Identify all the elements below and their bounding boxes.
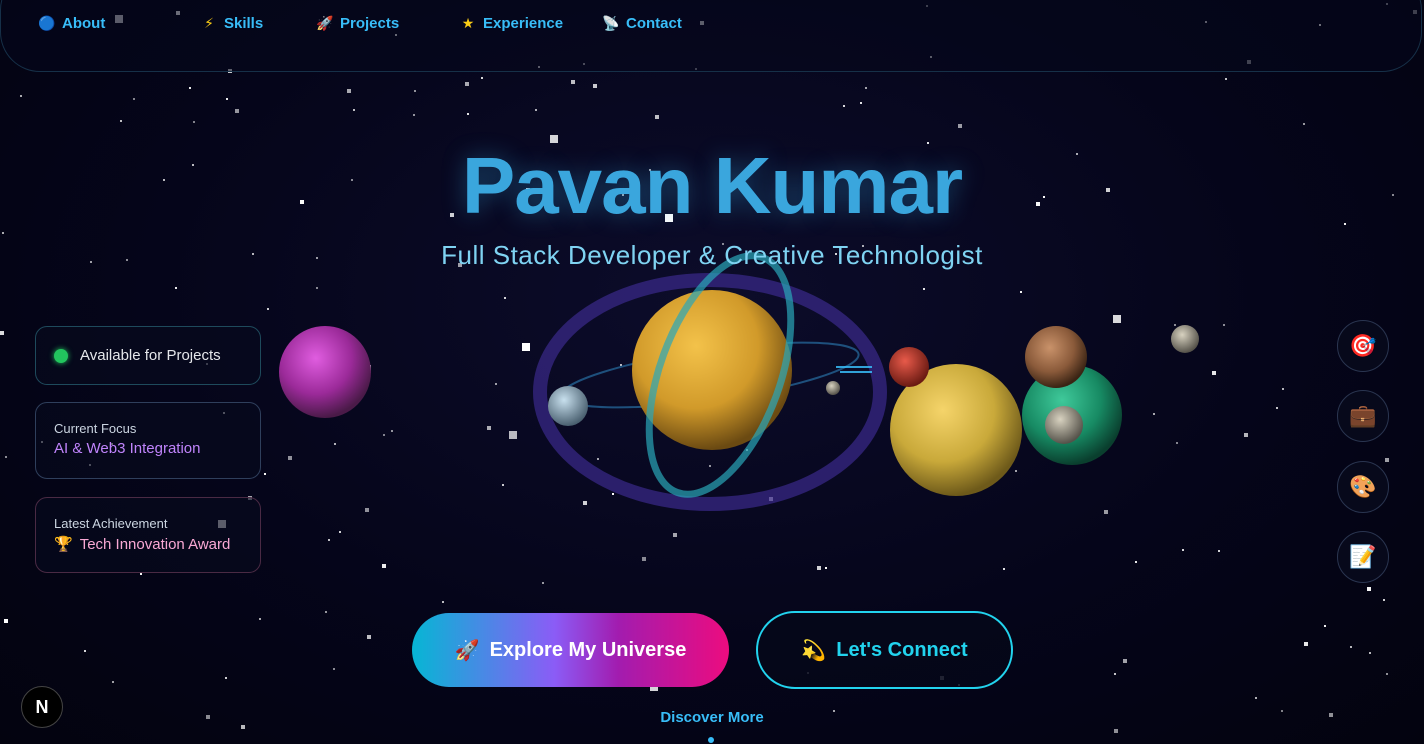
rocket-icon: 🚀: [454, 639, 480, 662]
availability-card: Available for Projects: [35, 326, 261, 385]
nav-label: Contact: [626, 14, 682, 32]
top-navbar: 🔵 About ⚡ Skills 🚀 Projects ★ Experience…: [0, 0, 1422, 72]
memo-icon: 📝: [1349, 544, 1377, 569]
side-button-target[interactable]: 🎯: [1337, 320, 1389, 372]
hero-subtitle: Full Stack Developer & Creative Technolo…: [441, 240, 983, 270]
red-planet: [889, 347, 929, 387]
status-dot-icon: [54, 348, 68, 363]
palette-icon: 🎨: [1349, 474, 1377, 499]
grey-planet-right: [1171, 325, 1199, 353]
discover-more-link[interactable]: Discover More: [0, 709, 1424, 726]
hero-name: Pavan Kumar: [461, 141, 963, 230]
focus-label: Current Focus: [54, 421, 137, 436]
nav-item-skills[interactable]: ⚡ Skills: [201, 13, 263, 33]
side-button-briefcase[interactable]: 💼: [1337, 390, 1389, 442]
globe-icon: 🔵: [38, 14, 56, 31]
trophy-icon: 🏆: [54, 536, 73, 553]
nav-label: Experience: [483, 14, 564, 32]
explore-universe-button[interactable]: 🚀 Explore My Universe: [412, 613, 729, 687]
connect-label: Let's Connect: [836, 638, 968, 661]
focus-value: AI & Web3 Integration: [54, 440, 201, 457]
achievement-label: Latest Achievement: [54, 516, 168, 531]
explore-label: Explore My Universe: [489, 638, 687, 661]
grey-planet-small: [1045, 406, 1083, 444]
achievement-value: Tech Innovation Award: [79, 535, 231, 553]
achievement-card: Latest Achievement 🏆 Tech Innovation Awa…: [35, 497, 261, 573]
lets-connect-button[interactable]: 💫 Let's Connect: [756, 611, 1013, 689]
side-button-memo[interactable]: 📝: [1337, 531, 1389, 583]
pink-planet: [279, 326, 371, 418]
tiny-planet: [826, 381, 840, 395]
nav-label: About: [62, 14, 106, 32]
scroll-indicator-icon: [708, 737, 714, 743]
dizzy-icon: 💫: [801, 639, 827, 662]
briefcase-icon: 💼: [1349, 403, 1377, 428]
nav-label: Projects: [340, 14, 400, 32]
availability-text: Available for Projects: [80, 347, 221, 364]
side-button-palette[interactable]: 🎨: [1337, 461, 1389, 513]
current-focus-card: Current Focus AI & Web3 Integration: [35, 402, 261, 479]
rocket-icon: 🚀: [316, 14, 334, 31]
satellite-icon: 📡: [602, 14, 620, 31]
star-icon: ★: [461, 14, 475, 31]
nav-label: Skills: [224, 14, 264, 32]
nav-item-contact[interactable]: 📡 Contact: [602, 13, 682, 33]
nav-item-projects[interactable]: 🚀 Projects: [316, 13, 400, 33]
target-icon: 🎯: [1349, 333, 1377, 358]
moon-planet: [548, 386, 588, 426]
brown-planet: [1025, 326, 1087, 388]
lightning-icon: ⚡: [204, 14, 214, 31]
nav-item-experience[interactable]: ★ Experience: [460, 13, 563, 33]
nav-item-about[interactable]: 🔵 About: [38, 13, 106, 33]
nextjs-badge[interactable]: N: [21, 686, 63, 728]
